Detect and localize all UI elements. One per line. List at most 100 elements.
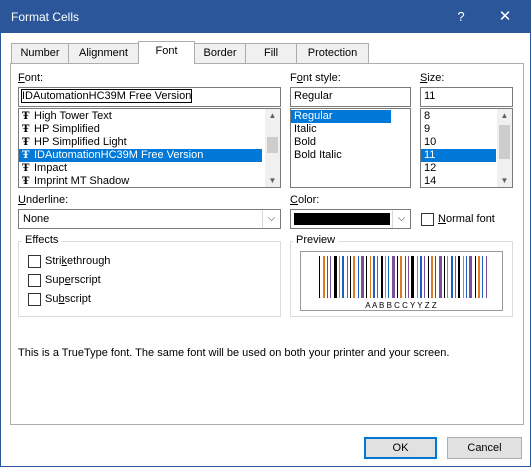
truetype-icon: Ŧ [22, 124, 30, 135]
font-list-item[interactable]: Ŧ HP Simplified Light [19, 136, 280, 149]
barcode-bar [405, 256, 406, 298]
effects-title: Effects [22, 234, 62, 246]
size-input[interactable]: 11 [420, 87, 513, 107]
truetype-icon: Ŧ [22, 176, 30, 187]
font-style-item[interactable]: Bold [291, 136, 410, 149]
barcode-bar [469, 256, 472, 298]
font-name-input[interactable]: IDAutomationHC39M Free Version [18, 87, 281, 107]
ok-button[interactable]: OK [364, 437, 437, 459]
subscript-label[interactable]: Subscript [45, 293, 91, 305]
title-bar[interactable]: Format Cells ? ✕ [1, 1, 530, 33]
font-list-item[interactable]: Ŧ Impact [19, 162, 280, 175]
scroll-down-icon[interactable]: ▼ [265, 174, 280, 187]
color-label: Color: [290, 194, 320, 206]
color-select[interactable]: ⌵ [290, 209, 411, 229]
tab-font[interactable]: Font [138, 41, 195, 64]
underline-value: None [23, 213, 50, 225]
chevron-down-icon[interactable]: ⌵ [392, 210, 410, 228]
font-style-label: Font style: [290, 72, 341, 84]
font-list-item[interactable]: Ŧ High Tower Text [19, 110, 280, 123]
barcode-bar [334, 256, 337, 298]
tab-fill[interactable]: Fill [245, 43, 297, 63]
strikethrough-checkbox[interactable] [28, 255, 41, 268]
underline-select[interactable]: None ⌵ [18, 209, 281, 229]
scroll-thumb[interactable] [267, 137, 278, 153]
format-cells-dialog: Format Cells ? ✕ Number Alignment Font B… [0, 0, 531, 467]
font-style-list[interactable]: Regular Italic Bold Bold Italic [290, 108, 411, 188]
size-list[interactable]: 8 9 10 11 12 14 ▲ ▼ [420, 108, 513, 188]
truetype-icon: Ŧ [22, 150, 30, 161]
barcode-bar [353, 256, 355, 298]
font-name-value: IDAutomationHC39M Free Version [20, 89, 193, 103]
barcode-bar [482, 256, 483, 298]
barcode-bar [339, 256, 340, 298]
truetype-info-text: This is a TrueType font. The same font w… [18, 347, 450, 359]
normal-font-label[interactable]: Normal font [438, 213, 495, 225]
font-label: Font: [18, 72, 44, 84]
barcode-bar [447, 256, 448, 298]
normal-font-checkbox[interactable] [421, 213, 434, 226]
barcode-bar [435, 256, 436, 298]
barcode-bar [417, 256, 418, 298]
font-list-item[interactable]: Ŧ Imprint MT Shadow [19, 175, 280, 187]
font-style-input[interactable]: Regular [290, 87, 411, 107]
barcode-bar [451, 256, 453, 298]
strikethrough-label[interactable]: Strikethrough [45, 255, 110, 267]
font-list-scrollbar[interactable]: ▲ ▼ [265, 109, 280, 187]
barcode-bar [466, 256, 467, 298]
barcode-bar [381, 256, 383, 298]
barcode-bar [455, 256, 456, 298]
scroll-down-icon[interactable]: ▼ [497, 174, 512, 187]
barcode-bar [373, 256, 375, 298]
font-list[interactable]: Ŧ High Tower Text Ŧ HP Simplified Ŧ HP Simp… [18, 108, 281, 188]
font-style-item[interactable]: Italic [291, 123, 410, 136]
scroll-thumb[interactable] [499, 125, 510, 159]
size-label: Size: [420, 72, 445, 84]
tab-number[interactable]: Number [11, 43, 69, 63]
barcode-bar [424, 256, 425, 298]
truetype-icon: Ŧ [22, 137, 30, 148]
cancel-button[interactable]: Cancel [447, 437, 522, 459]
barcode-bar [385, 256, 386, 298]
barcode-bar [439, 256, 442, 298]
tab-alignment[interactable]: Alignment [68, 43, 139, 63]
barcode-bar [342, 256, 344, 298]
font-style-item[interactable]: Bold Italic [291, 149, 410, 162]
barcode-preview: A A B B C C Y Y Z Z [319, 256, 487, 310]
barcode-bar [420, 256, 422, 298]
barcode-bar [358, 256, 359, 298]
barcode-bar [397, 256, 398, 298]
barcode-bar [327, 256, 328, 298]
barcode-bar [388, 256, 389, 298]
subscript-checkbox[interactable] [28, 293, 41, 306]
font-list-item-selected[interactable]: Ŧ IDAutomationHC39M Free Version [19, 149, 262, 162]
barcode-bar [458, 256, 460, 298]
superscript-label[interactable]: Superscript [45, 274, 101, 286]
barcode-bar [475, 256, 476, 298]
barcode-bar [463, 256, 464, 298]
tab-border[interactable]: Border [194, 43, 246, 63]
barcode-bar [431, 256, 433, 298]
barcode-bar [370, 256, 371, 298]
size-item-selected[interactable]: 11 [421, 149, 496, 162]
barcode-bar [347, 256, 348, 298]
barcode-bar [323, 256, 325, 298]
scroll-up-icon[interactable]: ▲ [497, 109, 512, 122]
barcode-caption: A A B B C C Y Y Z Z [365, 301, 437, 310]
close-button[interactable]: ✕ [485, 1, 525, 33]
barcode-bar [350, 256, 351, 298]
underline-label: Underline: [18, 194, 69, 206]
font-list-item[interactable]: Ŧ HP Simplified [19, 123, 280, 136]
font-style-item-selected[interactable]: Regular [291, 110, 391, 123]
barcode-bar [392, 256, 395, 298]
chevron-down-icon[interactable]: ⌵ [262, 210, 280, 228]
tab-protection[interactable]: Protection [296, 43, 369, 63]
barcode-bar [366, 256, 367, 298]
scroll-up-icon[interactable]: ▲ [265, 109, 280, 122]
preview-box: A A B B C C Y Y Z Z [300, 251, 503, 311]
truetype-icon: Ŧ [22, 163, 30, 174]
size-list-scrollbar[interactable]: ▲ ▼ [497, 109, 512, 187]
superscript-checkbox[interactable] [28, 274, 41, 287]
window-title: Format Cells [11, 10, 80, 24]
help-button[interactable]: ? [447, 1, 475, 33]
